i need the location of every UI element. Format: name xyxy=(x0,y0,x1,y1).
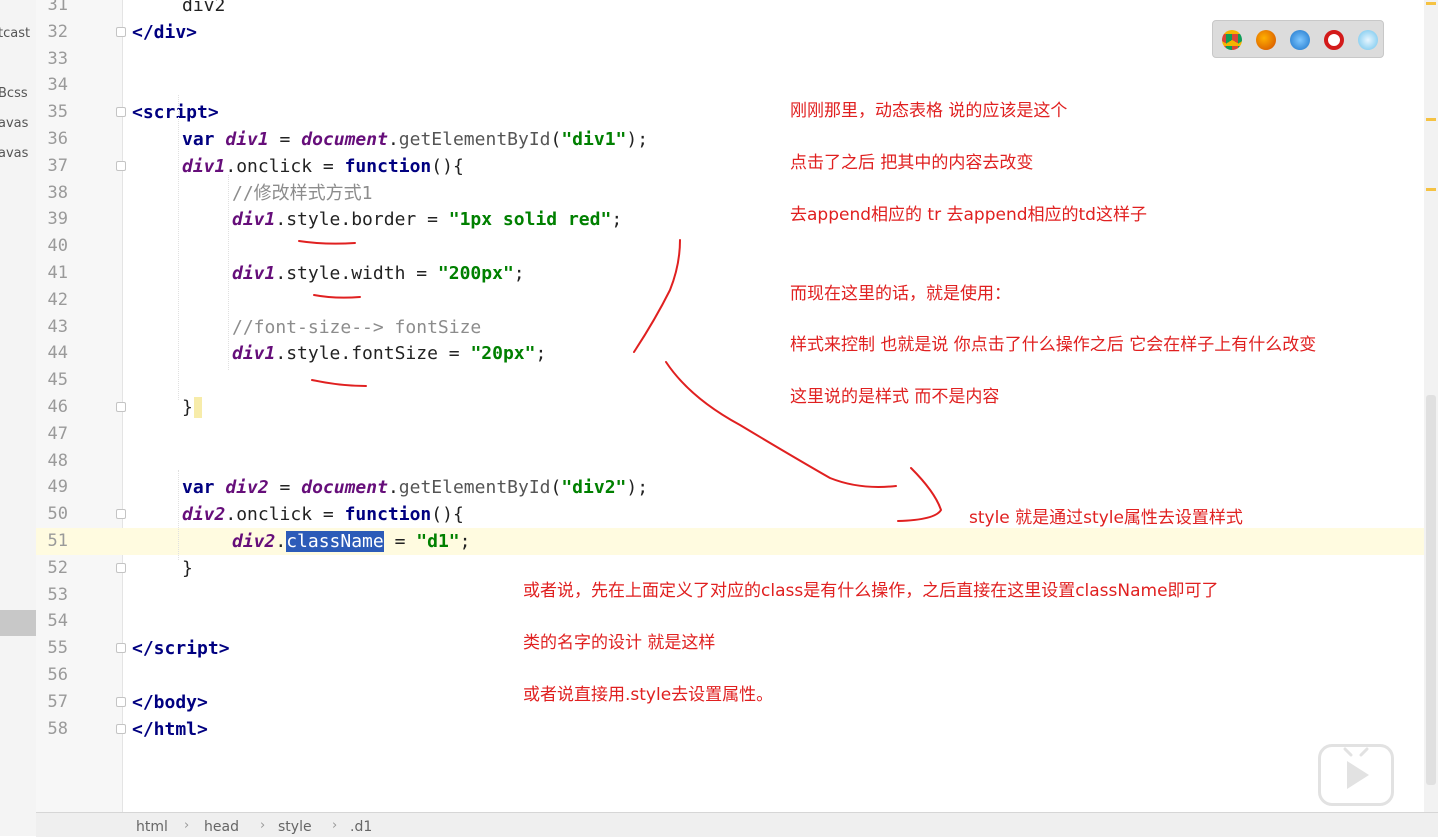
underline-stroke xyxy=(311,379,367,387)
connector-stroke xyxy=(665,361,897,488)
brace-stroke xyxy=(897,467,943,522)
bracket-stroke xyxy=(633,239,681,353)
annotation-note: 而现在这里的话，就是使用： xyxy=(790,284,1011,304)
play-icon xyxy=(1343,747,1369,789)
annotation-note: 类的名字的设计 就是这样 xyxy=(523,633,716,653)
chevron-right-icon: › xyxy=(332,818,338,833)
breadcrumb-item[interactable]: style xyxy=(278,819,312,835)
breadcrumb-item[interactable]: head xyxy=(204,819,239,835)
breadcrumb-item[interactable]: .d1 xyxy=(350,819,372,835)
underline-stroke xyxy=(313,294,361,299)
video-play-button[interactable] xyxy=(1318,744,1394,806)
breadcrumb: html › head › style › .d1 xyxy=(36,812,1438,837)
annotation-note: 这里说的是样式 而不是内容 xyxy=(790,387,1000,407)
breadcrumb-item[interactable]: html xyxy=(136,819,168,835)
annotation-note: style 就是通过style属性去设置样式 xyxy=(969,508,1243,528)
annotation-note: 样式来控制 也就是说 你点击了什么操作之后 它会在样子上有什么改变 xyxy=(790,335,1317,355)
underline-stroke xyxy=(298,240,356,245)
annotation-note: 或者说，先在上面定义了对应的class是有什么操作，之后直接在这里设置class… xyxy=(523,581,1219,601)
annotation-strokes xyxy=(298,239,943,522)
chevron-right-icon: › xyxy=(184,818,190,833)
annotation-note: 刚刚那里，动态表格 说的应该是这个 xyxy=(790,101,1068,121)
annotation-note: 点击了之后 把其中的内容去改变 xyxy=(790,153,1034,173)
annotation-note: 去append相应的 tr 去append相应的td这样子 xyxy=(790,205,1147,225)
annotation-note: 或者说直接用.style去设置属性。 xyxy=(523,685,774,705)
chevron-right-icon: › xyxy=(260,818,266,833)
